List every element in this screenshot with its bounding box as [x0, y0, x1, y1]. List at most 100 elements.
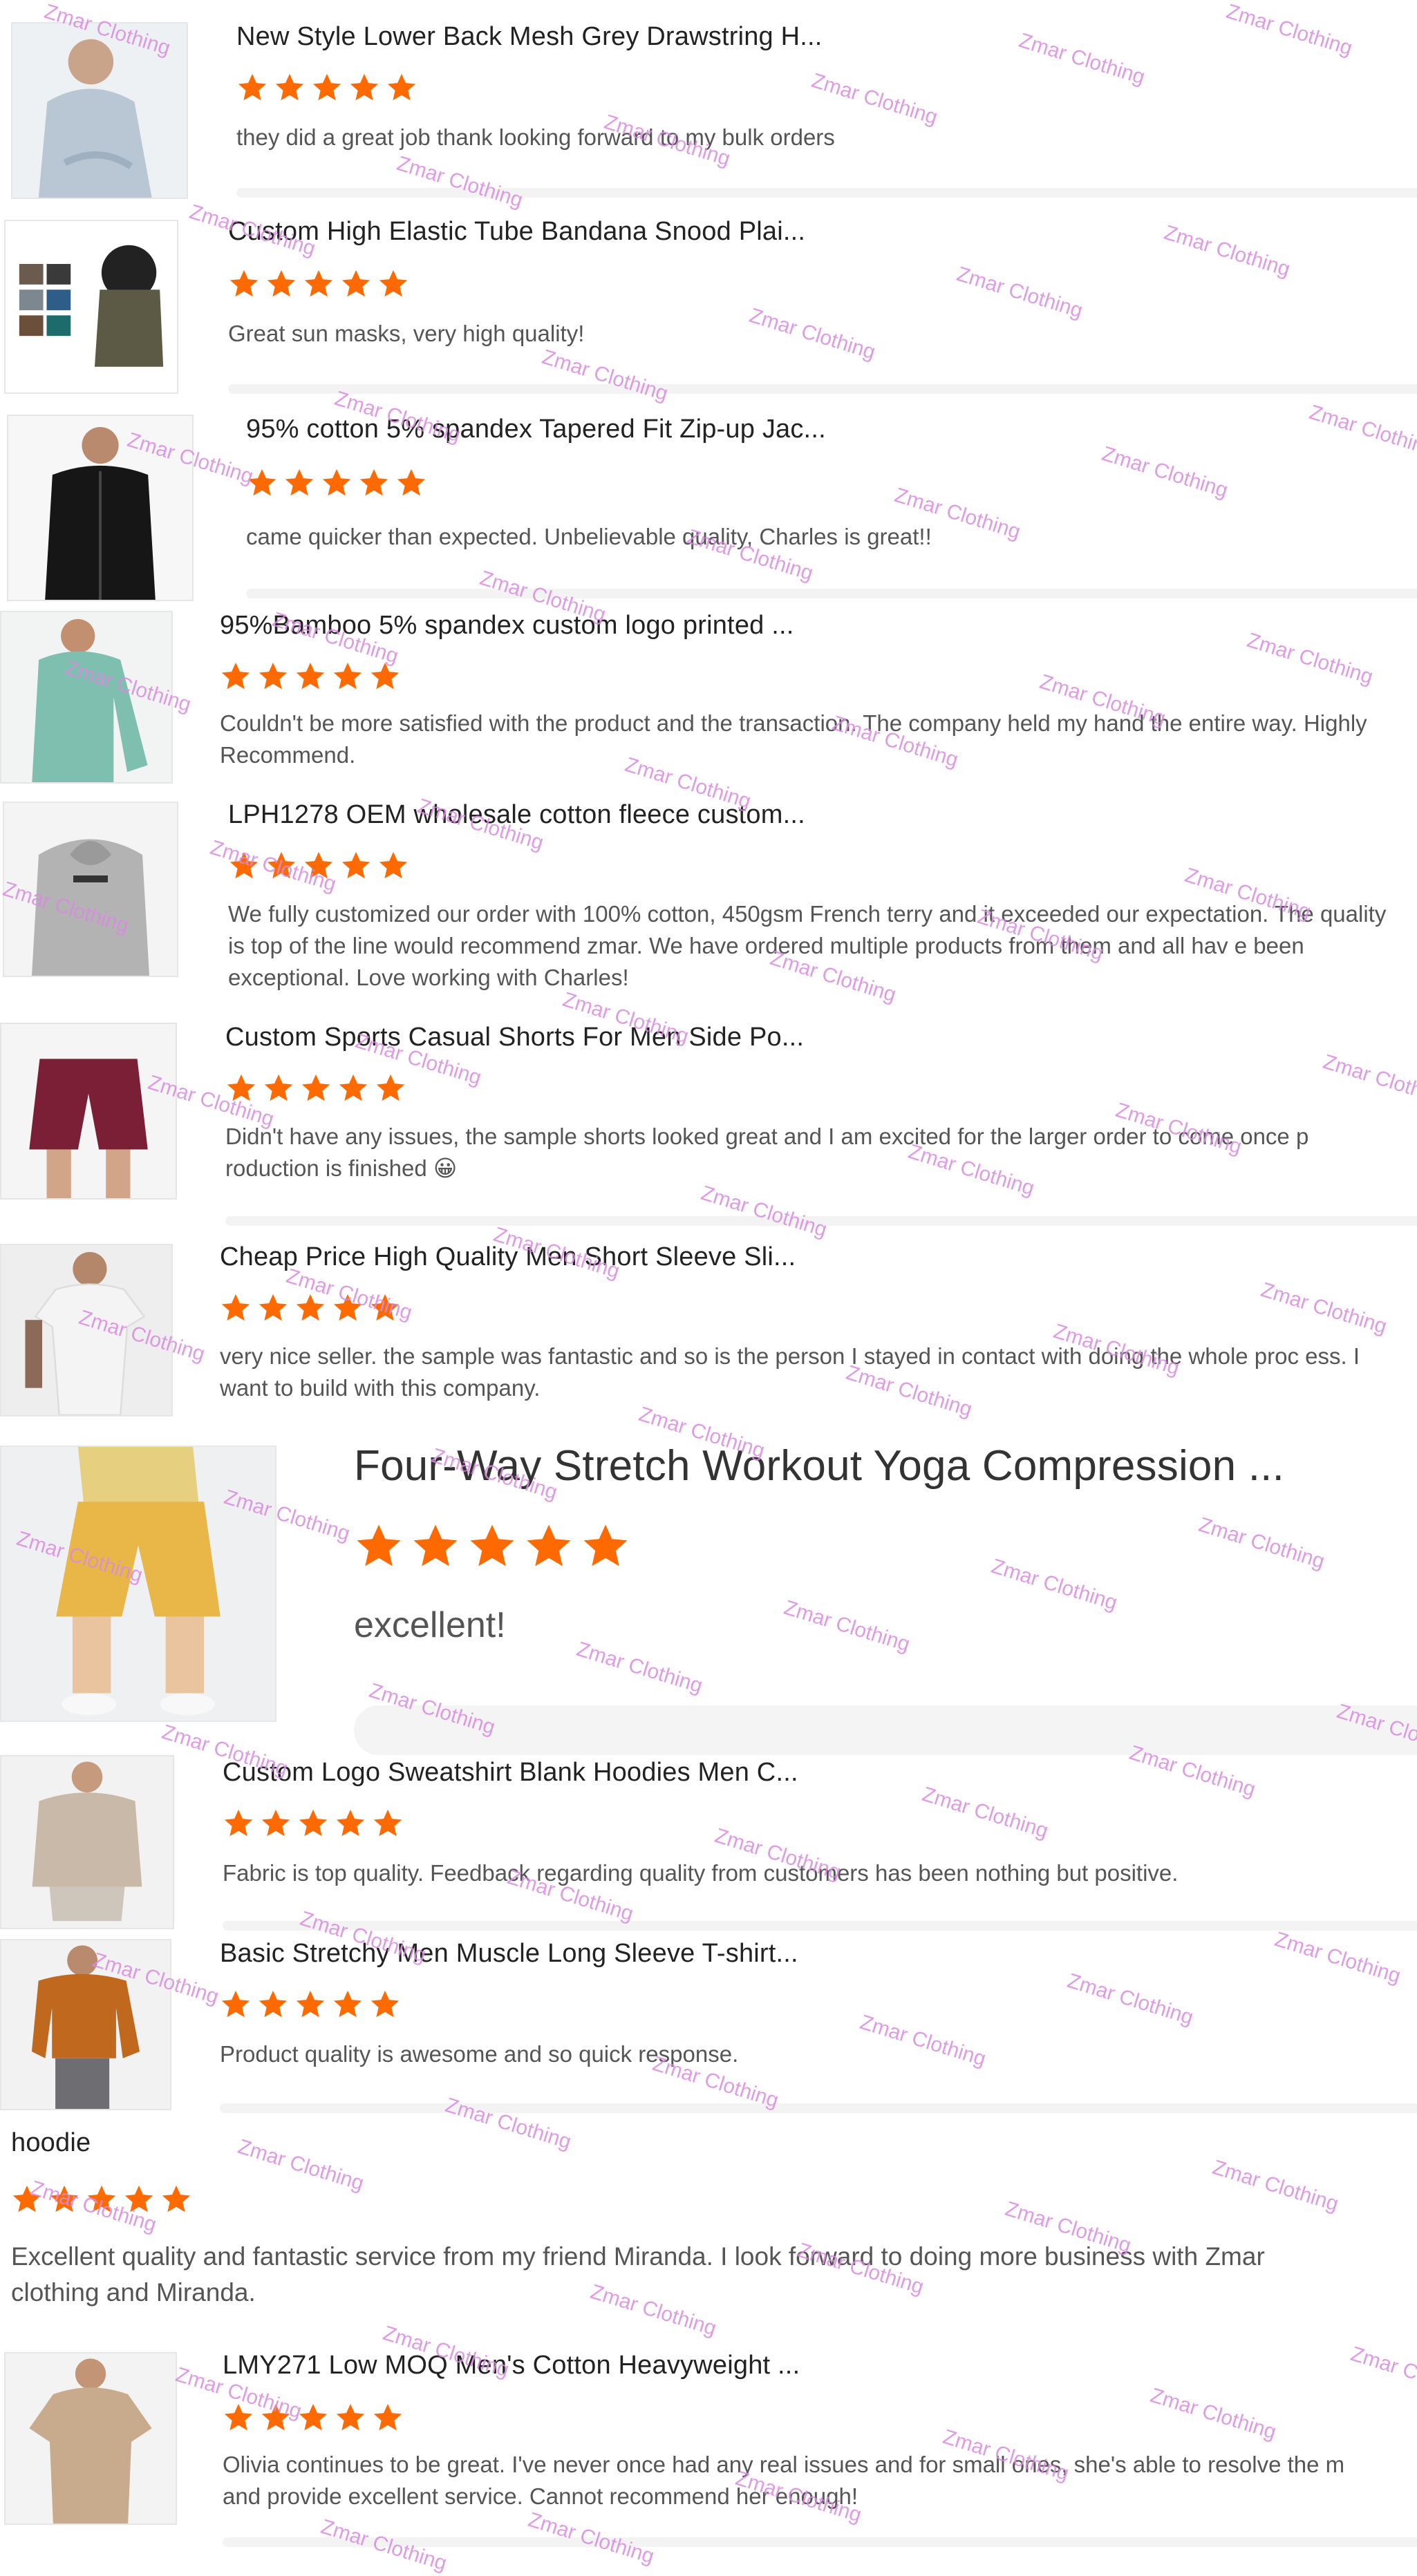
- star-icon: [357, 1524, 401, 1566]
- star-icon: [299, 2403, 328, 2431]
- watermark-text: Zmar Clothing: [919, 1783, 1051, 1843]
- star-rating: [11, 2184, 192, 2215]
- star-icon: [259, 662, 288, 690]
- star-rating: [228, 850, 409, 882]
- star-icon: [333, 662, 362, 690]
- star-icon: [285, 468, 314, 496]
- review-text: very nice seller. the sample was fantast…: [220, 1343, 1360, 1401]
- product-photo-bandana: [6, 221, 177, 392]
- star-icon: [304, 851, 333, 879]
- product-title[interactable]: 95%Bamboo 5% spandex custom logo printed…: [220, 611, 794, 641]
- star-icon: [124, 2185, 153, 2213]
- review-text: came quicker than expected. Unbelievable…: [246, 524, 932, 549]
- watermark-text: Zmar Clothing: [1064, 1969, 1197, 2029]
- product-title[interactable]: New Style Lower Back Mesh Grey Drawstrin…: [236, 22, 823, 52]
- product-photo-sweatshirt-beige: [1, 1756, 173, 1928]
- divider: [354, 1705, 1417, 1755]
- product-thumbnail[interactable]: [0, 611, 173, 784]
- star-icon: [470, 1524, 514, 1566]
- star-icon: [370, 662, 400, 690]
- watermark-text: Zmar Clothing: [1223, 0, 1355, 60]
- star-icon: [336, 1809, 365, 1837]
- star-icon: [264, 1074, 293, 1101]
- product-thumbnail[interactable]: [0, 1023, 177, 1200]
- product-thumbnail[interactable]: [11, 22, 188, 199]
- star-icon: [413, 1524, 458, 1566]
- product-title[interactable]: Basic Stretchy Men Muscle Long Sleeve T-…: [220, 1939, 798, 1969]
- product-photo-jacket-black: [8, 416, 192, 600]
- review-text: they did a great job thank looking forwa…: [236, 124, 835, 150]
- star-rating: [223, 1808, 404, 1839]
- star-icon: [359, 468, 388, 496]
- star-icon: [267, 851, 296, 879]
- star-icon: [259, 1990, 288, 2018]
- star-icon: [227, 1074, 256, 1101]
- star-icon: [373, 1809, 402, 1837]
- product-thumbnail[interactable]: [0, 1244, 173, 1417]
- star-icon: [247, 468, 276, 496]
- watermark-text: Zmar Clothing: [1147, 2384, 1279, 2444]
- review-text: We fully customized our order with 100% …: [228, 901, 1387, 990]
- star-icon: [336, 2403, 365, 2431]
- star-icon: [379, 851, 408, 879]
- product-thumbnail[interactable]: [0, 1939, 171, 2110]
- product-title[interactable]: Custom Sports Casual Shorts For Men Side…: [225, 1023, 804, 1052]
- product-title[interactable]: LMY271 Low MOQ Men's Cotton Heavyweight …: [223, 2351, 800, 2380]
- star-icon: [350, 73, 379, 101]
- product-photo-shorts-maroon: [1, 1024, 176, 1198]
- product-title[interactable]: Custom High Elastic Tube Bandana Snood P…: [228, 217, 805, 247]
- star-icon: [50, 2185, 79, 2213]
- product-thumbnail[interactable]: [7, 415, 194, 601]
- product-photo-longsleeve-orange: [1, 1940, 170, 2109]
- divider: [223, 2537, 1417, 2547]
- divider: [223, 1921, 1417, 1931]
- product-thumbnail[interactable]: [4, 220, 178, 394]
- star-icon: [221, 662, 250, 690]
- star-rating: [220, 1292, 401, 1324]
- product-thumbnail[interactable]: [3, 802, 178, 977]
- review-text: Product quality is awesome and so quick …: [220, 2041, 739, 2067]
- watermark-text: Zmar Clothing: [1244, 629, 1376, 689]
- watermark-text: Zmar Clothing: [1196, 1513, 1328, 1573]
- star-icon: [301, 1074, 330, 1101]
- product-title[interactable]: hoodie: [11, 2128, 91, 2158]
- star-icon: [12, 2185, 41, 2213]
- product-photo-tee-tan: [6, 2354, 176, 2523]
- product-thumbnail[interactable]: [0, 1755, 174, 1929]
- watermark-text: Zmar Clothing: [1210, 2156, 1342, 2216]
- product-photo-longsleeve-mint: [1, 612, 171, 782]
- star-icon: [87, 2185, 116, 2213]
- watermark-text: Zmar Clothing: [1258, 1278, 1390, 1338]
- star-icon: [296, 1294, 325, 1321]
- watermark-text: Zmar Clothing: [954, 263, 1086, 323]
- product-title[interactable]: LPH1278 OEM wholesale cotton fleece cust…: [228, 800, 805, 830]
- star-rating: [246, 467, 427, 499]
- divider: [228, 384, 1417, 394]
- product-thumbnail[interactable]: [4, 2352, 177, 2525]
- star-icon: [341, 851, 370, 879]
- watermark-text: Zmar Clothing: [1306, 401, 1417, 461]
- star-icon: [221, 1990, 250, 2018]
- product-title[interactable]: Four-Way Stretch Workout Yoga Compressio…: [354, 1441, 1284, 1490]
- star-icon: [224, 2403, 253, 2431]
- star-icon: [370, 1990, 400, 2018]
- review-text: Fabric is top quality. Feedback regardin…: [223, 1860, 1179, 1886]
- watermark-text: Zmar Clothing: [1348, 2342, 1417, 2403]
- star-icon: [296, 1990, 325, 2018]
- star-icon: [333, 1294, 362, 1321]
- star-icon: [370, 1294, 400, 1321]
- star-icon: [341, 269, 370, 297]
- star-icon: [379, 269, 408, 297]
- review-text: Didn't have any issues, the sample short…: [225, 1124, 1309, 1181]
- review-text: Excellent quality and fantastic service …: [11, 2242, 1265, 2307]
- star-icon: [275, 73, 304, 101]
- product-thumbnail[interactable]: [0, 1446, 276, 1722]
- star-icon: [229, 851, 259, 879]
- review-text: Olivia continues to be great. I've never…: [223, 2452, 1345, 2509]
- review-text: Great sun masks, very high quality!: [228, 321, 585, 346]
- product-title[interactable]: Cheap Price High Quality Men Short Sleev…: [220, 1242, 796, 1272]
- watermark-layer: Zmar Clothing Zmar Clothing Zmar Clothing Z…: [0, 0, 1417, 2575]
- star-rating: [225, 1072, 406, 1104]
- product-title[interactable]: 95% cotton 5% spandex Tapered Fit Zip-up…: [246, 415, 826, 444]
- product-title[interactable]: Custom Logo Sweatshirt Blank Hoodies Men…: [223, 1758, 798, 1788]
